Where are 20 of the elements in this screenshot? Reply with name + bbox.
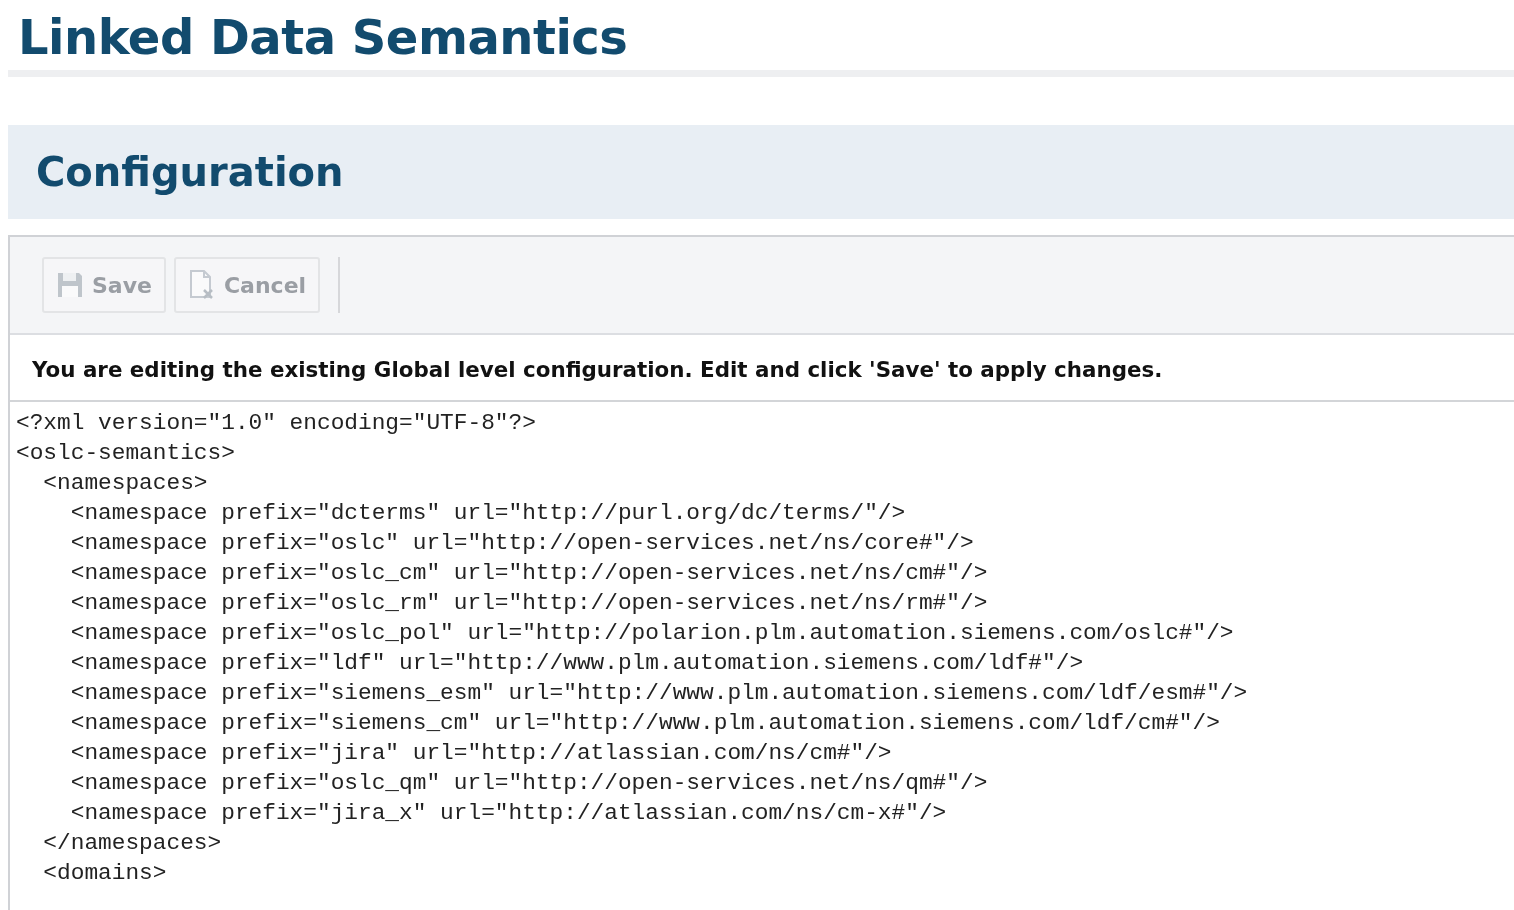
code-line: <namespace prefix="dcterms" url="http://purl.org/dc/terms/"/> [69,499,906,529]
code-line: <namespace prefix="oslc_cm" url="http://open-services.net/ns/cm#"/> [69,559,988,589]
code-line: <namespace prefix="siemens_esm" url="http://www.plm.automation.siemens.com/ldf/esm#"/> [69,679,1248,709]
code-line: </namespaces> [42,829,222,859]
info-message: You are editing the existing Global level configuration. Edit and click 'Save' to apply changes. [10,335,1514,403]
document-x-icon [187,270,216,301]
code-line: <namespace prefix="oslc" url="http://open-services.net/ns/core#"/> [69,529,974,559]
code-line: <oslc-semantics> [16,439,235,469]
code-line: <domains> [42,859,167,889]
code-line: <namespace prefix="ldf" url="http://www.plm.automation.siemens.com/ldf#"/> [69,649,1084,679]
code-line: <namespace prefix="jira_x" url="http://atlassian.com/ns/cm-x#"/> [69,799,947,829]
code-line: <namespace prefix="siemens_cm" url="http://www.plm.automation.siemens.com/ldf/cm#"/> [69,709,1220,739]
code-line: <namespace prefix="oslc_qm" url="http://open-services.net/ns/qm#"/> [69,769,988,799]
section-title: Configuration [36,149,344,196]
code-line: <namespace prefix="oslc_rm" url="http://open-services.net/ns/rm#"/> [69,589,988,619]
code-line: <namespaces> [42,469,208,499]
code-line: <namespace prefix="oslc_pol" url="http://polarion.plm.automation.siemens.com/oslc#"/> [69,619,1234,649]
page-title: Linked Data Semantics [8,0,1514,78]
code-line: <namespace prefix="jira" url="http://atlassian.com/ns/cm#"/> [69,739,892,769]
code-line: <?xml version="1.0" encoding="UTF-8"?> [16,409,536,439]
